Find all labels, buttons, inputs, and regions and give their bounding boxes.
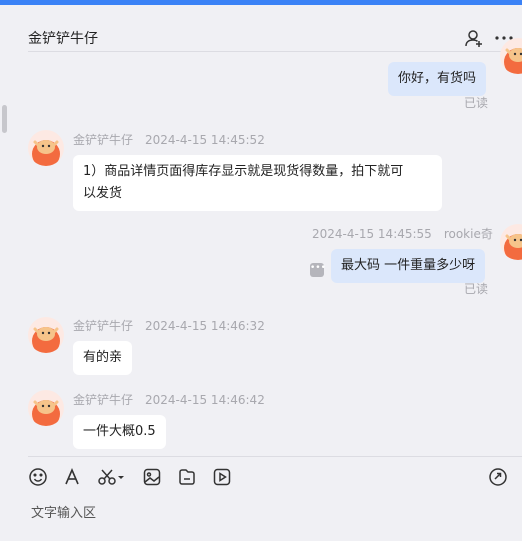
chat-header: 金铲铲牛仔 xyxy=(0,5,522,53)
message-bubble[interactable]: 有的亲 xyxy=(73,341,133,375)
message-bubble[interactable]: 最大码 一件重量多少呀 xyxy=(331,249,486,283)
add-contact-icon[interactable] xyxy=(463,27,485,49)
message-time: 2024-4-15 14:45:52 xyxy=(145,133,265,147)
avatar[interactable] xyxy=(28,130,64,166)
sender-name: 金铲铲牛仔 xyxy=(73,133,134,147)
message-bubble[interactable]: 你好，有货吗 xyxy=(388,62,487,96)
read-status: 已读 xyxy=(464,96,489,110)
message-time: 2024-4-15 14:45:55 xyxy=(312,227,432,241)
sender-name: rookie奇 xyxy=(443,227,493,241)
avatar[interactable] xyxy=(500,38,522,74)
message-meta: 2024-4-15 14:45:55 rookie奇 xyxy=(312,225,493,242)
file-icon[interactable] xyxy=(176,466,198,488)
screenshot-icon[interactable] xyxy=(97,466,127,488)
message-bubble[interactable]: 一件大概0.5 xyxy=(73,415,166,449)
quick-reply-icon[interactable] xyxy=(487,466,509,488)
composer-divider xyxy=(28,456,522,457)
sender-name: 金铲铲牛仔 xyxy=(73,319,134,333)
message-input[interactable]: 文字输入区 xyxy=(31,502,96,521)
message-meta: 金铲铲牛仔 2024-4-15 14:46:32 xyxy=(73,317,265,334)
chat-title: 金铲铲牛仔 xyxy=(28,31,98,47)
message-options-icon[interactable]: ••• xyxy=(310,263,326,277)
video-icon[interactable] xyxy=(211,466,233,488)
image-icon[interactable] xyxy=(141,466,163,488)
avatar[interactable] xyxy=(28,317,64,353)
read-status: 已读 xyxy=(464,282,489,296)
sender-name: 金铲铲牛仔 xyxy=(73,393,134,407)
avatar[interactable] xyxy=(500,224,522,260)
font-icon[interactable] xyxy=(61,466,83,488)
message-meta: 金铲铲牛仔 2024-4-15 14:46:42 xyxy=(73,391,265,408)
message-bubble[interactable]: 1）商品详情页面得库存显示就是现货得数量，拍下就可 以发货 xyxy=(73,155,442,211)
message-time: 2024-4-15 14:46:32 xyxy=(145,319,265,333)
scrollbar-thumb[interactable] xyxy=(2,105,7,133)
message-text-line: 1）商品详情页面得库存显示就是现货得数量，拍下就可 xyxy=(83,164,404,179)
emoji-icon[interactable] xyxy=(27,466,49,488)
message-text-line: 以发货 xyxy=(83,186,123,201)
header-divider xyxy=(28,51,522,52)
avatar[interactable] xyxy=(28,390,64,426)
message-time: 2024-4-15 14:46:42 xyxy=(145,393,265,407)
message-meta: 金铲铲牛仔 2024-4-15 14:45:52 xyxy=(73,131,265,148)
